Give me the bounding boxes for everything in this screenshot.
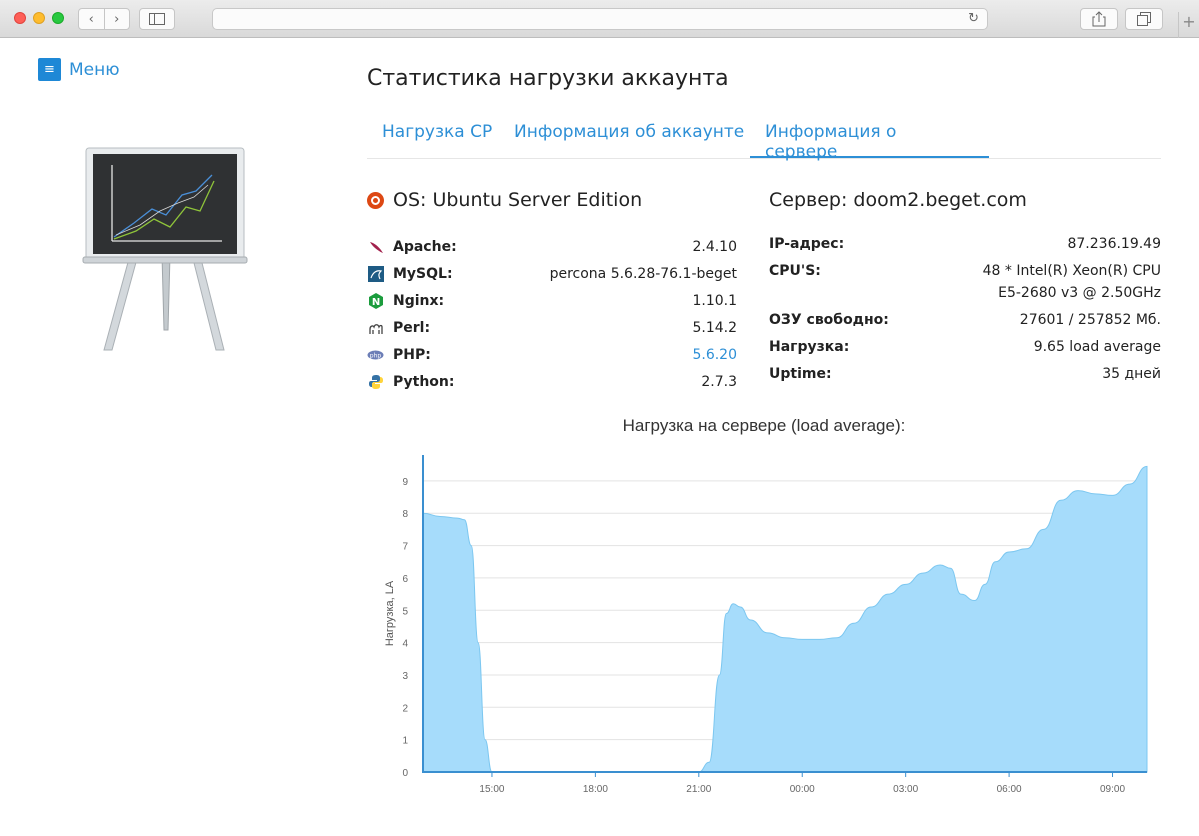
history-nav: ‹ ›	[78, 8, 130, 30]
software-version: 2.4.10	[692, 238, 737, 255]
software-name: Perl:	[393, 319, 431, 336]
server-row-load: Нагрузка: 9.65 load average	[769, 336, 1161, 358]
x-tick-label: 21:00	[686, 784, 711, 795]
back-icon[interactable]: ‹	[79, 12, 104, 27]
x-tick-label: 09:00	[1100, 784, 1125, 795]
share-button[interactable]	[1080, 8, 1118, 30]
server-row-cpu: CPU'S: 48 * Intel(R) Xeon(R) CPU E5-2680…	[769, 260, 1161, 304]
close-window-button[interactable]	[14, 12, 26, 24]
y-tick-label: 6	[402, 574, 408, 585]
load-area-series	[422, 465, 1148, 773]
y-tick-label: 5	[402, 606, 408, 617]
x-tick-label: 03:00	[893, 784, 918, 795]
server-row-ip: IP-адрес: 87.236.19.49	[769, 233, 1161, 255]
python-icon	[367, 373, 384, 390]
software-name: PHP:	[393, 346, 431, 363]
tab-bar: Нагрузка CP Информация об аккаунте Инфор…	[367, 112, 1161, 162]
software-row-python: Python: 2.7.3	[367, 368, 737, 395]
x-tick-label: 06:00	[997, 784, 1022, 795]
zoom-window-button[interactable]	[52, 12, 64, 24]
software-name: Apache:	[393, 238, 457, 255]
y-tick-label: 7	[402, 542, 408, 553]
new-tab-button[interactable]: +	[1178, 12, 1199, 38]
y-tick-label: 1	[402, 736, 408, 747]
tab-account-info[interactable]: Информация об аккаунте	[514, 122, 744, 158]
svg-text:php: php	[370, 352, 382, 359]
y-tick-label: 8	[402, 509, 408, 520]
server-info-list: IP-адрес: 87.236.19.49 CPU'S: 48 * Intel…	[769, 233, 1161, 390]
reload-icon[interactable]: ↻	[968, 11, 979, 26]
y-tick-label: 3	[402, 671, 408, 682]
share-icon	[1092, 11, 1106, 27]
server-field-name: CPU'S:	[769, 263, 821, 279]
forward-icon[interactable]: ›	[104, 12, 129, 27]
server-row-ram: ОЗУ свободно: 27601 / 257852 Мб.	[769, 309, 1161, 331]
software-name: Python:	[393, 373, 455, 390]
browser-toolbar: ‹ › ↻ +	[0, 0, 1199, 38]
tab-cp-load[interactable]: Нагрузка CP	[382, 122, 492, 158]
y-tick-label: 9	[402, 477, 408, 488]
apache-feather-icon	[367, 238, 384, 255]
hamburger-icon: ≡	[38, 58, 61, 81]
software-version: percona 5.6.28-76.1-beget	[549, 265, 737, 282]
php-version-link[interactable]: 5.6.20	[692, 347, 737, 363]
y-tick-label: 0	[402, 768, 408, 779]
x-tick-label: 00:00	[790, 784, 815, 795]
software-row-apache: Apache: 2.4.10	[367, 233, 737, 260]
address-bar[interactable]: ↻	[212, 8, 988, 30]
menu-label: Меню	[69, 59, 120, 80]
easel-chart-icon	[82, 147, 248, 351]
server-field-name: Нагрузка:	[769, 339, 850, 355]
tab-server-info[interactable]: Информация о сервере	[750, 122, 989, 162]
y-tick-label: 2	[402, 703, 408, 714]
server-field-value: 48 * Intel(R) Xeon(R) CPU E5-2680 v3 @ 2…	[982, 263, 1161, 301]
page-title: Статистика нагрузки аккаунта	[367, 66, 729, 91]
x-tick-label: 15:00	[479, 784, 504, 795]
software-name: MySQL:	[393, 265, 453, 282]
server-field-value: 27601 / 257852 Мб.	[1019, 312, 1161, 328]
menu-toggle[interactable]: ≡ Меню	[38, 58, 120, 81]
server-field-name: Uptime:	[769, 366, 832, 382]
minimize-window-button[interactable]	[33, 12, 45, 24]
y-tick-label: 4	[402, 639, 408, 650]
os-heading: OS: Ubuntu Server Edition	[367, 189, 642, 211]
nginx-icon: N	[367, 292, 384, 309]
server-field-value: 35 дней	[1102, 366, 1161, 382]
server-field-name: IP-адрес:	[769, 236, 845, 252]
software-row-php: php PHP: 5.6.20	[367, 341, 737, 368]
os-title: OS: Ubuntu Server Edition	[393, 189, 643, 211]
software-row-perl: Perl: 5.14.2	[367, 314, 737, 341]
software-version: 1.10.1	[692, 292, 737, 309]
tab-overview-button[interactable]	[1125, 8, 1163, 30]
ubuntu-icon	[367, 191, 384, 209]
server-row-uptime: Uptime: 35 дней	[769, 363, 1161, 385]
y-axis-label: Нагрузка, LA	[384, 580, 396, 646]
server-field-name: ОЗУ свободно:	[769, 312, 889, 328]
tabs-icon	[1137, 12, 1151, 26]
software-row-mysql: MySQL: percona 5.6.28-76.1-beget	[367, 260, 737, 287]
perl-camel-icon	[367, 319, 384, 336]
sidebar-icon	[149, 13, 165, 25]
software-version: 2.7.3	[701, 373, 737, 390]
software-list: Apache: 2.4.10 MySQL: percona 5.6.28-76.…	[367, 233, 737, 395]
server-heading: Сервер: doom2.beget.com	[769, 189, 1027, 211]
chart-title: Нагрузка на сервере (load average):	[622, 416, 906, 435]
software-row-nginx: N Nginx: 1.10.1	[367, 287, 737, 314]
mysql-dolphin-icon	[367, 265, 384, 282]
load-average-chart: 0 1 2 3 4 5 6 7 8 9 15:00 18:00 21:00 00:00 03:00 06:00…	[384, 455, 1148, 795]
svg-text:N: N	[371, 297, 379, 308]
php-icon: php	[367, 346, 384, 363]
x-tick-label: 18:00	[583, 784, 608, 795]
software-version: 5.14.2	[692, 319, 737, 336]
software-name: Nginx:	[393, 292, 445, 309]
server-field-value: 9.65 load average	[1033, 339, 1161, 355]
server-field-value: 87.236.19.49	[1067, 236, 1161, 252]
sidebar-toggle-button[interactable]	[139, 8, 175, 30]
